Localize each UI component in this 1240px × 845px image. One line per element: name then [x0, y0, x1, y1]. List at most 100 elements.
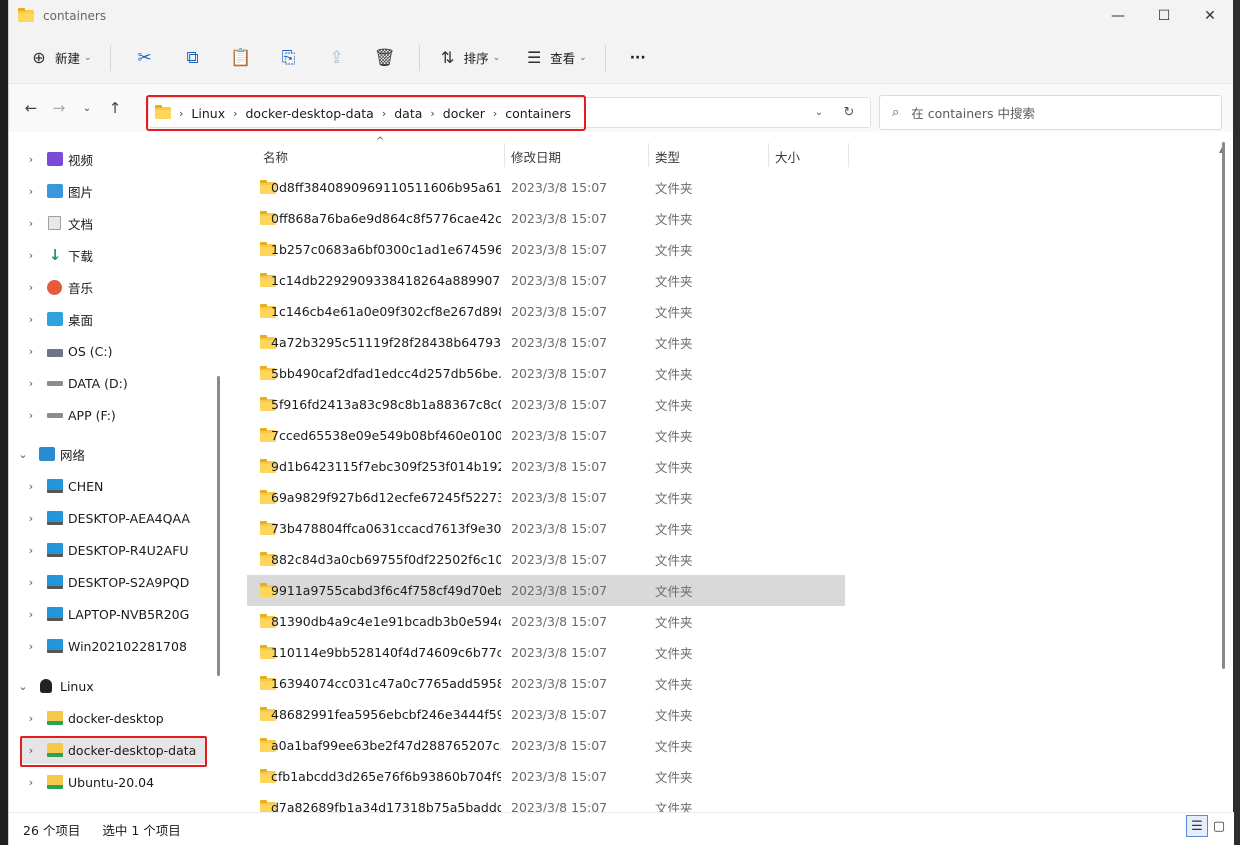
column-header-type[interactable]: 类型 [655, 147, 680, 166]
table-row[interactable]: 9911a9755cabd3f6c4f758cf49d70eb3... 2023/… [247, 575, 845, 606]
table-row[interactable]: 4a72b3295c51119f28f28438b647932... 2023/3… [247, 327, 845, 358]
sidebar-item-drive-c[interactable]: › OS (C:) [9, 337, 209, 365]
table-row[interactable]: 9d1b6423115f7ebc309f253f014b192... 2023/3… [247, 451, 845, 482]
sidebar-item-downloads[interactable]: › ↓ 下载 [9, 241, 209, 269]
share-icon[interactable]: ⇪ [313, 48, 361, 68]
table-row[interactable]: 882c84d3a0cb69755f0df22502f6c10e... 2023/… [247, 544, 845, 575]
chevron-right-icon[interactable]: › [24, 281, 38, 294]
recent-locations-icon[interactable]: ⌄ [73, 103, 101, 114]
chevron-down-icon[interactable]: ⌄ [16, 448, 30, 461]
sidebar-item-drive-f[interactable]: › APP (F:) [9, 401, 209, 429]
table-row[interactable]: cfb1abcdd3d265e76f6b93860b704f9... 2023/3… [247, 761, 845, 792]
cut-icon[interactable]: ✂ [121, 48, 169, 68]
sidebar-item-desktop-r4u2afu[interactable]: › DESKTOP-R4U2AFU [9, 536, 209, 564]
table-row[interactable]: 0d8ff384089096911051160​6b95a617... 2023/… [247, 172, 845, 203]
breadcrumb-docker-desktop-data[interactable]: docker-desktop-data [246, 106, 374, 121]
sidebar-item-network[interactable]: ⌄ 网络 [9, 440, 209, 468]
sidebar-item-videos[interactable]: › 视频 [9, 145, 209, 173]
column-divider[interactable] [768, 143, 769, 167]
search-box[interactable]: ⌕ 在 containers 中搜索 [879, 95, 1222, 130]
column-divider[interactable] [504, 143, 505, 167]
search-input[interactable]: 在 containers 中搜索 [911, 103, 1035, 122]
table-row[interactable]: 1b257c0683a6bf0300c1ad1e674596f... 2023/3… [247, 234, 845, 265]
sidebar-item-linux[interactable]: ⌄ Linux [9, 672, 209, 700]
column-header-name[interactable]: 名称 [263, 147, 288, 166]
history-dropdown-icon[interactable]: ⌄ [804, 107, 834, 118]
close-icon[interactable]: ✕ [1187, 0, 1233, 32]
table-row[interactable]: 5bb490caf2dfad1edcc4d257db56be... 2023/3/… [247, 358, 845, 389]
chevron-right-icon[interactable]: › [382, 107, 386, 120]
breadcrumb-containers[interactable]: containers [505, 106, 571, 121]
chevron-right-icon[interactable]: › [24, 249, 38, 262]
sidebar-item-music[interactable]: › 音乐 [9, 273, 209, 301]
sidebar-item-desktop[interactable]: › 桌面 [9, 305, 209, 333]
table-row[interactable]: 110114e9bb528140f4d74609c6b77c8... 2023/3… [247, 637, 845, 668]
chevron-right-icon[interactable]: › [493, 107, 497, 120]
chevron-right-icon[interactable]: › [24, 185, 38, 198]
table-row[interactable]: 48682991fea5956ebcbf246e3444f59d... 2023/… [247, 699, 845, 730]
paste-icon[interactable]: 📋 [217, 48, 265, 68]
maximize-icon[interactable]: ☐ [1141, 0, 1187, 32]
breadcrumb-docker[interactable]: docker [443, 106, 485, 121]
view-button[interactable]: ☰ 查看 ⌄ [516, 40, 595, 76]
table-row[interactable]: 1c14db2292909338418264a8899072... 2023/3/… [247, 265, 845, 296]
chevron-right-icon[interactable]: › [24, 776, 38, 789]
copy-icon[interactable]: ⧉ [169, 48, 217, 68]
sidebar-item-desktop-aea4qaa[interactable]: › DESKTOP-AEA4QAA [9, 504, 209, 532]
table-row[interactable]: 73b478804ffca0631ccacd7613f9e30f9... 2023… [247, 513, 845, 544]
chevron-right-icon[interactable]: › [24, 576, 38, 589]
chevron-right-icon[interactable]: › [24, 480, 38, 493]
back-icon[interactable]: ← [17, 99, 45, 117]
sidebar-item-documents[interactable]: › 文档 [9, 209, 209, 237]
table-row[interactable]: 0ff868a76ba6e9d864c8f5776cae42c7... 2023/… [247, 203, 845, 234]
chevron-right-icon[interactable]: › [430, 107, 434, 120]
large-icons-view-icon[interactable]: ▢ [1208, 815, 1230, 837]
sidebar-item-drive-d[interactable]: › DATA (D:) [9, 369, 209, 397]
chevron-right-icon[interactable]: › [24, 409, 38, 422]
chevron-right-icon[interactable]: › [24, 217, 38, 230]
sort-button[interactable]: ⇅ 排序 ⌄ [430, 40, 509, 76]
chevron-right-icon[interactable]: › [24, 544, 38, 557]
breadcrumb[interactable]: › Linux › docker-desktop-data › data › d… [146, 95, 586, 131]
table-row[interactable]: 69a9829f927b6d12ecfe67245f522738... 2023/… [247, 482, 845, 513]
sidebar-item-chen[interactable]: › CHEN [9, 472, 209, 500]
breadcrumb-data[interactable]: data [394, 106, 422, 121]
chevron-right-icon[interactable]: › [24, 377, 38, 390]
refresh-icon[interactable]: ↻ [834, 105, 864, 120]
breadcrumb-linux[interactable]: Linux [191, 106, 225, 121]
chevron-right-icon[interactable]: › [179, 107, 183, 120]
delete-icon[interactable]: 🗑 [361, 48, 409, 68]
table-row[interactable]: 5f916fd2413a83c98c8b1a88367c8c03... 2023/… [247, 389, 845, 420]
column-header-size[interactable]: 大小 [775, 147, 800, 166]
new-button[interactable]: ⊕ 新建 ⌄ [21, 40, 100, 76]
column-header-modified[interactable]: 修改日期 [511, 147, 561, 166]
column-divider[interactable] [648, 143, 649, 167]
table-row[interactable]: 1c146cb4e61a0e09f302cf8e267d898... 2023/3… [247, 296, 845, 327]
sidebar-scrollbar[interactable] [217, 376, 220, 676]
file-list-scrollbar[interactable] [1222, 142, 1225, 669]
chevron-right-icon[interactable]: › [24, 512, 38, 525]
table-row[interactable]: 81390db4a9c4e1e91bcadb3b0e594c... 2023/3/… [247, 606, 845, 637]
chevron-right-icon[interactable]: › [24, 345, 38, 358]
sidebar-item-pictures[interactable]: › 图片 [9, 177, 209, 205]
chevron-right-icon[interactable]: › [233, 107, 237, 120]
table-row[interactable]: 7cced65538e09e549b08bf460e01003... 2023/3… [247, 420, 845, 451]
chevron-right-icon[interactable]: › [24, 608, 38, 621]
more-button[interactable]: ··· [616, 40, 654, 76]
chevron-right-icon[interactable]: › [24, 712, 38, 725]
chevron-right-icon[interactable]: › [24, 153, 38, 166]
minimize-icon[interactable]: — [1095, 0, 1141, 32]
rename-icon[interactable]: ⎘ [265, 48, 313, 68]
chevron-down-icon[interactable]: ⌄ [16, 680, 30, 693]
chevron-right-icon[interactable]: › [24, 313, 38, 326]
forward-icon[interactable]: → [45, 99, 73, 117]
table-row[interactable]: 16394074cc031c47a0c7765add59582... 2023/3… [247, 668, 845, 699]
sidebar-item-win202102281708[interactable]: › Win202102281708 [9, 632, 209, 660]
sidebar-item-desktop-s2a9pqd[interactable]: › DESKTOP-S2A9PQD [9, 568, 209, 596]
up-icon[interactable]: ↑ [101, 99, 129, 117]
chevron-right-icon[interactable]: › [24, 640, 38, 653]
table-row[interactable]: a0a1baf99ee63be2f47d288765207c5... 2023/3… [247, 730, 845, 761]
sidebar-item-laptop-nvb5r20g[interactable]: › LAPTOP-NVB5R20G [9, 600, 209, 628]
details-view-icon[interactable]: ☰ [1186, 815, 1208, 837]
sidebar-item-docker-desktop[interactable]: › docker-desktop [9, 704, 209, 732]
